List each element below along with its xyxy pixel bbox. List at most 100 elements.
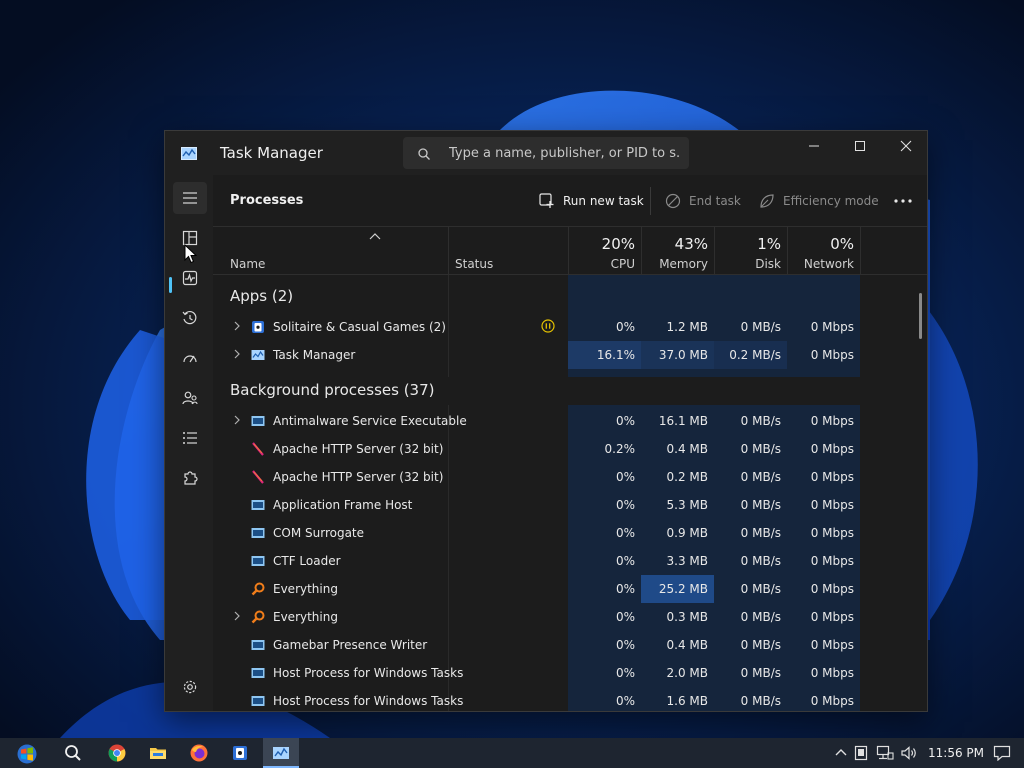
disk-value: 0 MB/s [740,638,781,652]
search-box[interactable] [403,137,689,169]
table-row[interactable]: Host Process for Windows Tasks 0% 1.6 MB… [213,687,913,711]
details-list-icon [183,432,197,444]
chevron-up-icon[interactable] [834,745,848,761]
table-row[interactable]: COM Surrogate 0% 0.9 MB 0 MB/s 0 Mbps [213,519,913,547]
process-name: Solitaire & Casual Games (2) [273,320,446,334]
process-name: Antimalware Service Executable [273,414,467,428]
startup-gauge-icon [183,355,197,363]
memory-value: 0.3 MB [666,610,708,624]
memory-value: 0.4 MB [666,638,708,652]
disk-column-label: Disk [755,257,781,271]
maximize-button[interactable] [837,131,883,163]
network-value: 0 Mbps [810,666,854,680]
cpu-total-percent: 20% [601,235,635,253]
system-process-icon [251,668,265,678]
start-button[interactable] [8,738,44,768]
gear-icon [183,680,197,694]
close-icon [900,140,912,152]
search-icon [65,745,81,761]
taskbar-firefox[interactable] [181,738,217,768]
disk-value: 0 MB/s [740,320,781,334]
cpu-value: 0% [615,638,635,652]
nav-startup-apps[interactable] [173,342,207,374]
everything-search-icon [251,582,265,596]
system-process-icon [251,500,265,510]
nav-menu-button[interactable] [173,182,207,214]
process-table: Apps (2) Solitaire & Casual Games (2) 0%… [213,275,927,711]
more-options-icon[interactable] [889,189,917,213]
chevron-right-icon[interactable] [233,321,241,331]
nav-active-indicator [169,277,172,293]
clock[interactable]: 11:56 PM [928,746,984,760]
taskbar-task-manager[interactable] [263,738,299,768]
taskbar-search-button[interactable] [55,738,91,768]
cpu-column-label: CPU [610,257,635,271]
table-row[interactable]: Host Process for Windows Tasks 0% 2.0 MB… [213,659,913,687]
search-input[interactable] [449,144,679,162]
column-status[interactable]: Status [455,257,493,271]
cpu-value: 0% [615,554,635,568]
network-icon[interactable] [876,745,894,761]
group-header-background[interactable]: Background processes (37) [213,377,913,405]
system-process-icon [251,416,265,426]
volume-icon[interactable] [900,745,918,761]
table-row[interactable]: Everything 0% 25.2 MB 0 MB/s 0 Mbps [213,575,913,603]
table-row[interactable]: Gamebar Presence Writer 0% 0.4 MB 0 MB/s… [213,631,913,659]
close-button[interactable] [883,131,929,163]
disk-value: 0 MB/s [740,554,781,568]
notifications-icon[interactable] [993,745,1011,761]
minimize-button[interactable] [791,131,837,163]
taskbar-chrome[interactable] [99,738,135,768]
network-value: 0 Mbps [810,414,854,428]
nav-details[interactable] [173,422,207,454]
cpu-value: 0% [615,470,635,484]
tablet-icon[interactable] [854,745,868,761]
chevron-right-icon[interactable] [233,415,241,425]
task-manager-window: Task Manager Type a name, publisher, or … [164,130,928,712]
system-process-icon [251,528,265,538]
table-row[interactable]: Application Frame Host 0% 5.3 MB 0 MB/s … [213,491,913,519]
nav-users[interactable] [173,382,207,414]
table-row[interactable]: Task Manager 16.1% 37.0 MB 0.2 MB/s 0 Mb… [213,341,913,369]
network-value: 0 Mbps [810,320,854,334]
disk-value: 0 MB/s [740,582,781,596]
process-name: COM Surrogate [273,526,365,540]
efficiency-mode-button[interactable]: Efficiency mode [759,185,879,217]
process-name: Application Frame Host [273,498,413,512]
hamburger-icon [183,192,197,204]
chevron-right-icon[interactable] [233,611,241,621]
settings-button[interactable] [173,671,207,703]
title-bar[interactable]: Task Manager [165,131,927,175]
table-row[interactable]: Everything 0% 0.3 MB 0 MB/s 0 Mbps [213,603,913,631]
run-new-task-button[interactable]: Run new task [539,185,644,217]
maximize-icon [855,141,865,151]
table-row[interactable]: Apache HTTP Server (32 bit) 0.2% 0.4 MB … [213,435,913,463]
table-row[interactable]: CTF Loader 0% 3.3 MB 0 MB/s 0 Mbps [213,547,913,575]
run-new-task-label: Run new task [563,194,644,208]
chrome-icon [108,744,126,762]
group-header-apps[interactable]: Apps (2) [213,283,913,311]
table-row[interactable]: Solitaire & Casual Games (2) 0% 1.2 MB 0… [213,313,913,341]
taskbar-solitaire[interactable] [222,738,258,768]
process-name: Gamebar Presence Writer [273,638,428,652]
vertical-scrollbar[interactable] [919,293,922,339]
process-name: Host Process for Windows Tasks [273,666,464,680]
network-value: 0 Mbps [810,526,854,540]
nav-performance[interactable] [173,262,207,294]
disk-value: 0 MB/s [740,610,781,624]
chevron-right-icon[interactable] [233,349,241,359]
taskbar-file-explorer[interactable] [140,738,176,768]
nav-services[interactable] [173,462,207,494]
toolbar: Processes Run new task End task Efficien… [213,175,927,227]
disk-value: 0 MB/s [740,498,781,512]
table-row[interactable]: Antimalware Service Executable 0% 16.1 M… [213,407,913,435]
run-task-icon [539,193,554,208]
table-row[interactable]: Apache HTTP Server (32 bit) 0% 0.2 MB 0 … [213,463,913,491]
column-name[interactable]: Name [230,257,265,271]
end-task-button[interactable]: End task [665,185,741,217]
memory-value: 3.3 MB [666,554,708,568]
column-divider [860,227,861,275]
network-value: 0 Mbps [810,582,854,596]
efficiency-mode-label: Efficiency mode [783,194,879,208]
nav-app-history[interactable] [173,302,207,334]
